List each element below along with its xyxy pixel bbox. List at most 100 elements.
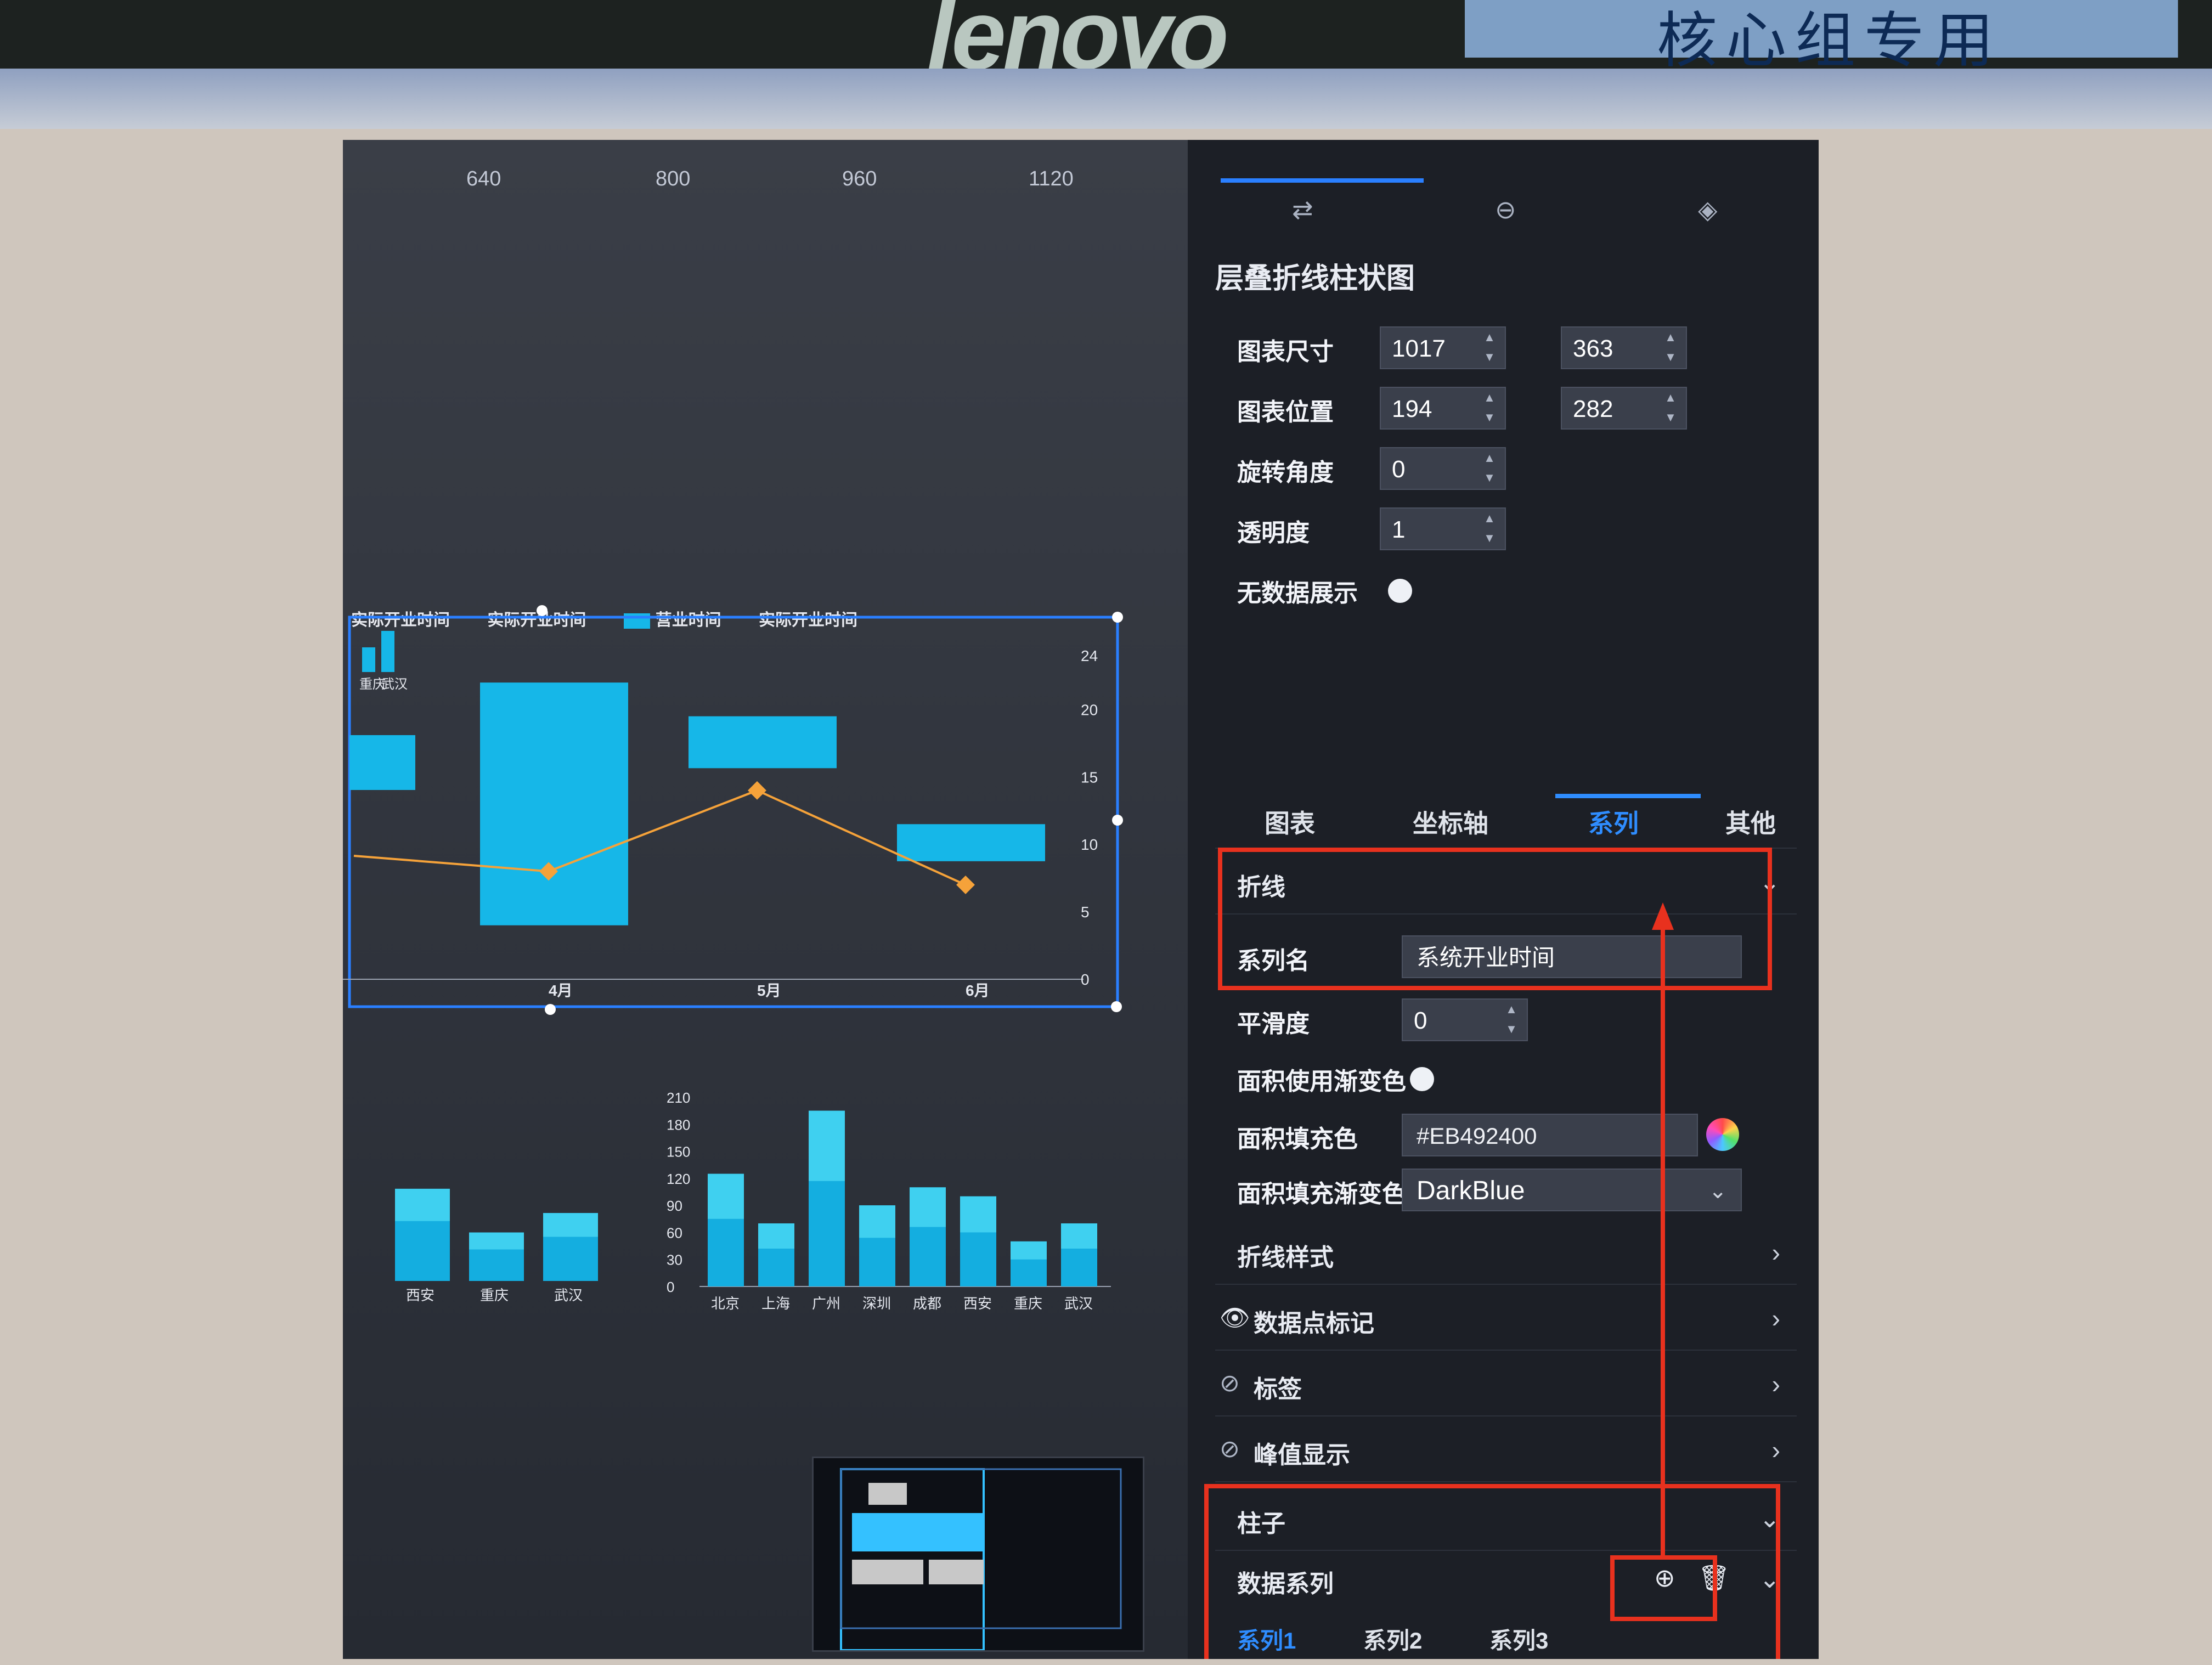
stepper-icon[interactable]: ▲ ▼ (1500, 1000, 1522, 1040)
opacity-label: 透明度 (1237, 520, 1310, 546)
rotation-label: 旋转角度 (1237, 459, 1334, 486)
stepper-icon[interactable]: ▲ ▼ (1479, 328, 1500, 368)
monitor-top-bezel: lenovo 核心组专用 (0, 0, 2212, 90)
bar-series-3 (897, 824, 1045, 861)
position-label: 图表位置 (1237, 399, 1334, 426)
eye-icon[interactable]: 👁 (1220, 1303, 1250, 1332)
x-tick-label: 武汉 (1064, 1295, 1093, 1312)
area-gradient-label: 面积使用渐变色 (1237, 1068, 1406, 1095)
x-tick-label: 上海 (761, 1295, 790, 1312)
stepper-icon[interactable]: ▲ ▼ (1660, 388, 1681, 428)
y-tick-label: 180 (667, 1116, 690, 1133)
eye-off-icon[interactable]: ⊘ (1220, 1369, 1240, 1397)
no-data-label: 无数据展示 (1237, 580, 1358, 607)
line-style-row[interactable]: 折线样式 › (1215, 1223, 1797, 1285)
x-tick-label: 6月 (966, 982, 990, 999)
area-fill-row: 面积填充色 #EB492400 (1215, 1108, 1797, 1163)
chevron-right-icon[interactable]: › (1772, 1369, 1780, 1399)
line-point (956, 875, 975, 894)
bar-highlight (960, 1196, 996, 1233)
y-tick-label: 210 (667, 1090, 690, 1106)
y-tick-label: 0 (667, 1279, 674, 1295)
y-tick-label: 120 (667, 1171, 690, 1187)
resize-handle (545, 1004, 556, 1015)
tab-other[interactable]: 其他 (1725, 804, 1776, 840)
stepper-icon[interactable]: ▲ ▼ (1660, 328, 1681, 368)
tab-series[interactable]: 系列 (1588, 804, 1639, 840)
bar-series-1 (480, 682, 628, 925)
tag-row[interactable]: 标签 ⊘ › (1215, 1355, 1797, 1416)
color-picker-icon[interactable] (1706, 1118, 1739, 1151)
x-tick-label: 广州 (812, 1295, 840, 1312)
bar-highlight (1061, 1223, 1097, 1249)
stepper-icon[interactable]: ▲ ▼ (1479, 388, 1500, 428)
minimap-thumbnail[interactable] (812, 1457, 1144, 1652)
stacked-line-bar-chart[interactable]: 4月 5月 6月2420151050西安 重庆 武汉210180150120906030… (343, 140, 1188, 1621)
stepper-icon[interactable]: ▲ ▼ (1479, 509, 1500, 549)
minimap-preview (840, 1468, 1122, 1651)
y-tick-label: 150 (667, 1144, 690, 1160)
gradient-select[interactable]: DarkBlue ⌄ (1402, 1169, 1742, 1211)
bar-highlight (1011, 1241, 1047, 1260)
chevron-down-icon: ⌄ (1708, 1179, 1727, 1203)
x-tick-label: 深圳 (862, 1295, 891, 1312)
app-screen: 640 800 960 1120 重庆 武汉 实际开业时间 实际开业时间 营业时… (343, 140, 1819, 1659)
resize-handle (1112, 815, 1123, 826)
bar-highlight (708, 1173, 744, 1219)
area-fill-input[interactable]: #EB492400 (1402, 1114, 1698, 1156)
chart-canvas[interactable]: 640 800 960 1120 重庆 武汉 实际开业时间 实际开业时间 营业时… (343, 140, 1188, 1659)
bar-highlight (395, 1188, 450, 1221)
tab-indicator (1555, 794, 1701, 798)
layout-tab-icon[interactable]: ⇄ (1292, 195, 1313, 224)
x-tick-label: 成都 (913, 1295, 941, 1312)
partial-bar (349, 735, 415, 790)
peak-row[interactable]: 峰值显示 ⊘ › (1215, 1421, 1797, 1482)
resize-handle (1111, 1001, 1122, 1012)
smooth-label: 平滑度 (1237, 1011, 1310, 1037)
width-input[interactable]: 1017 ▲ ▼ (1380, 326, 1506, 369)
style-tab-icon[interactable]: ◈ (1698, 195, 1717, 224)
x-tick-label: 4月 (549, 982, 573, 999)
tab-axis[interactable]: 坐标轴 (1413, 804, 1488, 840)
y-tick-label: 90 (667, 1198, 682, 1214)
link-tab-icon[interactable]: ⊖ (1495, 195, 1516, 224)
no-data-toggle[interactable] (1388, 579, 1412, 603)
position-row: 图表位置 194 ▲ ▼ 282 ▲ ▼ (1215, 381, 1797, 436)
resize-handle (1112, 612, 1123, 623)
y-tick-label: 60 (667, 1224, 682, 1241)
chevron-right-icon[interactable]: › (1772, 1238, 1780, 1267)
rotation-input[interactable]: 0 ▲ ▼ (1380, 447, 1506, 490)
x-tick-label: 武汉 (554, 1287, 583, 1303)
bar-highlight (543, 1213, 598, 1237)
y-tick-label: 20 (1081, 701, 1098, 718)
resize-handle (537, 605, 548, 616)
line-style-label: 折线样式 (1237, 1244, 1334, 1271)
peak-label: 峰值显示 (1254, 1442, 1350, 1469)
x-input[interactable]: 194 ▲ ▼ (1380, 387, 1506, 430)
eye-off-icon[interactable]: ⊘ (1220, 1435, 1240, 1463)
highlight-arrow-head (1652, 902, 1674, 930)
stepper-icon[interactable]: ▲ ▼ (1479, 448, 1500, 489)
y-input[interactable]: 282 ▲ ▼ (1561, 387, 1687, 430)
x-tick-label: 西安 (406, 1287, 435, 1303)
chevron-right-icon[interactable]: › (1772, 1435, 1780, 1465)
line-series (353, 789, 966, 886)
highlight-box (1610, 1555, 1717, 1621)
height-input[interactable]: 363 ▲ ▼ (1561, 326, 1687, 369)
smooth-input[interactable]: 0 ▲ ▼ (1402, 998, 1528, 1041)
area-gradient-toggle[interactable] (1410, 1067, 1434, 1091)
opacity-row: 透明度 1 ▲ ▼ (1215, 502, 1797, 557)
data-point-label: 数据点标记 (1254, 1310, 1374, 1337)
minimap-block (929, 1560, 984, 1584)
y-tick-label: 10 (1081, 836, 1098, 853)
tag-label: 标签 (1254, 1376, 1302, 1403)
y-tick-label: 15 (1081, 769, 1098, 786)
selection-frame (348, 616, 1119, 1008)
data-point-row[interactable]: 数据点标记 👁 › (1215, 1289, 1797, 1351)
rotation-row: 旋转角度 0 ▲ ▼ (1215, 442, 1797, 496)
tab-chart[interactable]: 图表 (1265, 804, 1315, 840)
minimap-block (852, 1560, 923, 1584)
chevron-right-icon[interactable]: › (1772, 1303, 1780, 1333)
x-tick-label: 重庆 (480, 1287, 509, 1303)
opacity-input[interactable]: 1 ▲ ▼ (1380, 507, 1506, 550)
